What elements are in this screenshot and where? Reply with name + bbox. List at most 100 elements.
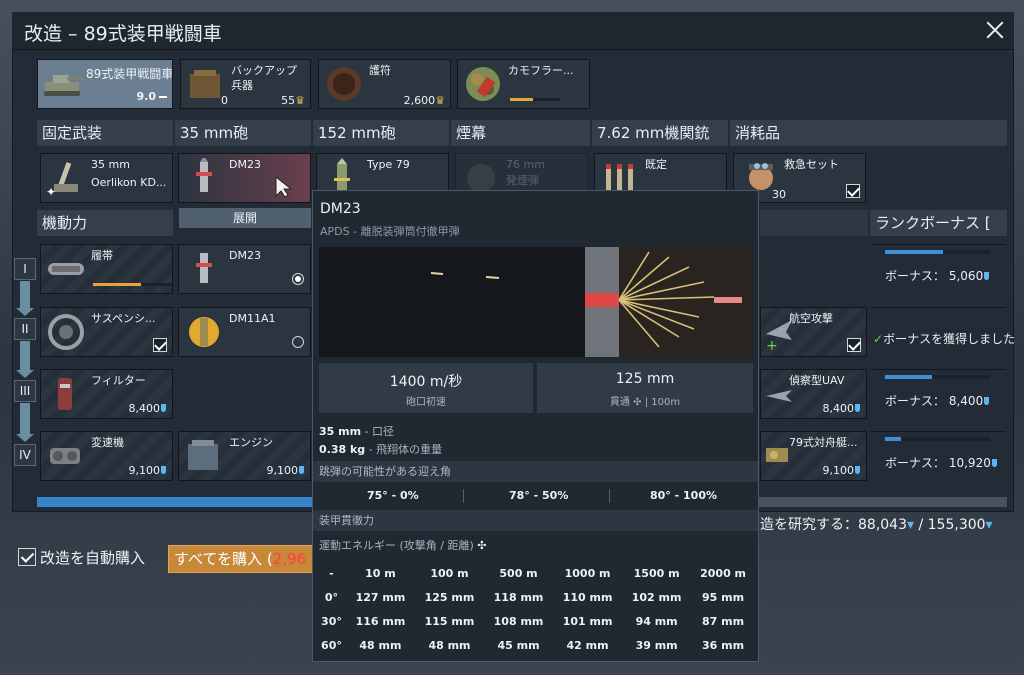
- svg-text:+: +: [766, 338, 778, 352]
- tracks-progress: [93, 283, 172, 286]
- mod-engine[interactable]: エンジン 9,100: [178, 431, 311, 481]
- mod-recon-uav[interactable]: 偵察型UAV 8,400: [760, 369, 867, 419]
- weapon-dm23-selected[interactable]: DM23: [178, 153, 311, 203]
- weapon-35mm-oerlikon[interactable]: ✦ 35 mm Oerlikon KD...: [40, 153, 173, 203]
- camouflage-icon: [466, 67, 500, 101]
- br-dash: [159, 96, 167, 98]
- camouflage-card[interactable]: カモフラー...: [457, 59, 590, 109]
- table-header-cell: 10 m: [365, 566, 396, 580]
- table-row: 0° 127 mm 125 mm 118 mm 110 mm 102 mm 95…: [317, 585, 755, 609]
- ammo-dm11a1-radio[interactable]: [292, 336, 304, 348]
- mod-type79-atgm[interactable]: 79式対舟艇... 9,100: [760, 431, 867, 481]
- filter-cost: 8,400: [129, 402, 167, 415]
- vehicle-card[interactable]: 89式装甲戦闘車 9.0: [37, 59, 173, 109]
- table-header-cell: 1000 m: [564, 566, 611, 580]
- air-strike-name: 航空攻撃: [789, 312, 833, 325]
- table-cell: 42 mm: [566, 638, 609, 652]
- backup-card[interactable]: バックアップ 兵器 0 55♛: [180, 59, 311, 109]
- bonus-3-bar: [885, 375, 990, 379]
- mod-air-strike[interactable]: + 航空攻撃: [760, 307, 867, 357]
- ricochet-section-title: 跳弾の可能性がある迎え角: [313, 461, 758, 482]
- bonus-row-3: ボーナス： 8,400: [871, 369, 1006, 421]
- first-aid-checkbox[interactable]: [846, 184, 860, 198]
- weapon-type79-name: Type 79: [367, 158, 410, 171]
- buy-all-button[interactable]: すべてを購入 (2,96: [168, 545, 313, 573]
- bonus-row-1: ボーナス： 5,060: [871, 244, 1006, 296]
- bonus-row-2: ✓ボーナスを獲得しました: [871, 307, 1015, 359]
- mod-filter[interactable]: フィルター 8,400: [40, 369, 173, 419]
- table-cell: 45 mm: [497, 638, 540, 652]
- weapon-smoke-name: 76 mm: [506, 158, 545, 171]
- penetration-value: 125 mm: [615, 371, 675, 387]
- tier-arrow-head-3: [16, 434, 34, 442]
- header-mobility: 機動力: [37, 210, 173, 236]
- header-strip: [760, 210, 868, 236]
- cursor-icon: [275, 176, 293, 198]
- header-fixed-weapons: 固定武装: [37, 120, 173, 146]
- caliber-line: 35 mm - 口径: [319, 425, 395, 438]
- ricochet-value-1: 75° - 0%: [367, 489, 419, 502]
- weapon-35mm-line2: Oerlikon KD...: [91, 176, 167, 189]
- table-header-cell: 2000 m: [700, 566, 747, 580]
- bonus-3-text: ボーナス： 8,400: [885, 392, 989, 409]
- header-consumables: 消耗品: [730, 120, 1007, 146]
- close-icon[interactable]: [984, 19, 1006, 41]
- tier-2: II: [14, 318, 36, 340]
- expand-button[interactable]: 展開: [179, 208, 311, 228]
- armor-pen-section-title: 装甲貫徹力: [313, 510, 758, 531]
- first-aid-name: 救急セット: [784, 158, 839, 171]
- ammo-dm23-radio[interactable]: [292, 273, 304, 285]
- suspension-icon: [48, 314, 84, 350]
- table-row: 60° 48 mm 48 mm 45 mm 42 mm 39 mm 36 mm: [317, 633, 755, 657]
- penetration-preview-image: [319, 247, 753, 357]
- table-cell: 115 mm: [424, 614, 475, 628]
- kinetic-energy-label: 運動エネルギー (攻撃角 / 距離) ✣: [319, 539, 487, 552]
- table-cell: 110 mm: [562, 590, 613, 604]
- tooltip-subtitle: APDS - 離脱装弾筒付徹甲弾: [320, 225, 460, 238]
- auto-buy-checkbox[interactable]: [18, 548, 36, 566]
- auto-buy-toggle[interactable]: 改造を自動購入: [18, 547, 145, 568]
- svg-text:✦: ✦: [46, 185, 56, 198]
- backup-cost: 55♛: [281, 94, 305, 107]
- stat-penetration: 125 mm 貫通 ✣ | 100m: [537, 363, 753, 413]
- tier-4: IV: [14, 444, 36, 466]
- table-header-cell: 500 m: [499, 566, 538, 580]
- header-machine-gun: 7.62 mm機関銃: [592, 120, 728, 146]
- table-cell: 0°: [324, 590, 339, 604]
- vehicle-name: 89式装甲戦闘車: [86, 67, 173, 81]
- bonus-2-text: ✓ボーナスを獲得しました: [873, 332, 1016, 346]
- suspension-checkbox[interactable]: [153, 338, 167, 352]
- table-header-cell: 1500 m: [633, 566, 680, 580]
- table-cell: 48 mm: [359, 638, 402, 652]
- tracks-icon: [48, 263, 84, 275]
- talisman-card[interactable]: 護符 2,600♛: [318, 59, 451, 109]
- weapon-35mm-name: 35 mm: [91, 158, 130, 171]
- type79-atgm-cost: 9,100: [823, 464, 861, 477]
- engine-cost: 9,100: [267, 464, 305, 477]
- mod-suspension[interactable]: サスペンシ...: [40, 307, 173, 357]
- weapon-mg-name: 既定: [645, 158, 667, 171]
- mod-tracks[interactable]: 履帯: [40, 244, 173, 294]
- title-bar: 改造 – 89式装甲戦闘車: [12, 12, 1014, 50]
- auto-buy-label: 改造を自動購入: [40, 549, 146, 567]
- stat-muzzle-velocity: 1400 m/秒 砲口初速: [319, 363, 533, 413]
- talisman-label: 護符: [369, 64, 391, 77]
- table-cell: 94 mm: [635, 614, 678, 628]
- research-progress-text: 造を研究する：88,043▾ / 155,300▾: [760, 517, 993, 533]
- table-cell: 127 mm: [355, 590, 406, 604]
- mod-transmission[interactable]: 変速機 9,100: [40, 431, 173, 481]
- table-cell: 39 mm: [635, 638, 678, 652]
- autocannon-icon: ✦: [46, 162, 78, 198]
- transmission-cost: 9,100: [129, 464, 167, 477]
- header-152mm-cannon: 152 mm砲: [313, 120, 449, 146]
- first-aid-count: 30: [772, 188, 786, 201]
- ammo-dm23[interactable]: DM23: [178, 244, 311, 294]
- ammo-dm11a1[interactable]: DM11A1: [178, 307, 311, 357]
- air-strike-checkbox[interactable]: [847, 338, 861, 352]
- table-row: 30° 116 mm 115 mm 108 mm 101 mm 94 mm 87…: [317, 609, 755, 633]
- transmission-icon: [50, 448, 80, 464]
- ricochet-divider-1: [463, 489, 464, 503]
- tracks-name: 履帯: [91, 249, 113, 262]
- filter-name: フィルター: [91, 374, 146, 387]
- table-cell: 116 mm: [355, 614, 406, 628]
